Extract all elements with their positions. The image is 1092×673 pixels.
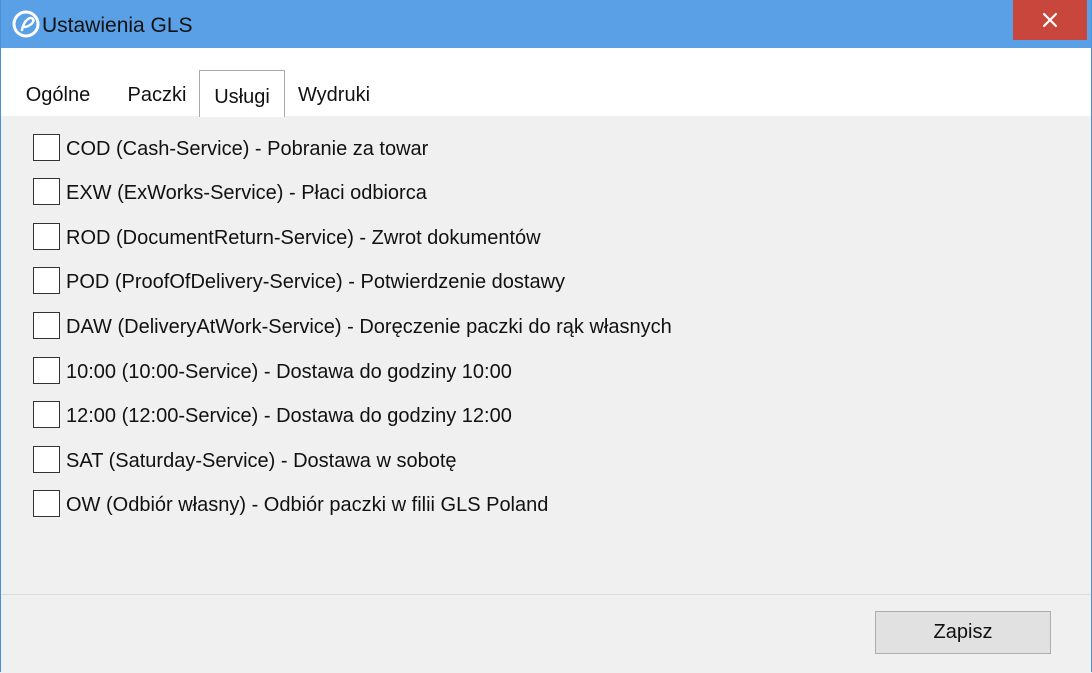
service-label: ROD (DocumentReturn-Service) - Zwrot dok…	[66, 227, 541, 249]
service-label: 10:00 (10:00-Service) - Dostawa do godzi…	[66, 361, 512, 383]
rod-checkbox[interactable]	[33, 223, 60, 250]
settings-window: Ustawienia GLS Ogólne Paczki Usługi Wydr…	[0, 0, 1092, 673]
app-logo-icon	[12, 10, 40, 38]
service-1200-checkbox[interactable]	[33, 401, 60, 428]
services-panel: COD (Cash-Service) - Pobranie za towar E…	[17, 117, 1077, 594]
service-row-1200[interactable]: 12:00 (12:00-Service) - Dostawa do godzi…	[17, 401, 817, 431]
tab-wydruki[interactable]: Wydruki	[288, 69, 380, 116]
title-bar[interactable]: Ustawienia GLS	[1, 0, 1091, 48]
service-label: COD (Cash-Service) - Pobranie za towar	[66, 138, 429, 160]
service-row-rod[interactable]: ROD (DocumentReturn-Service) - Zwrot dok…	[17, 223, 817, 253]
service-row-sat[interactable]: SAT (Saturday-Service) - Dostawa w sobot…	[17, 446, 817, 476]
ow-checkbox[interactable]	[33, 490, 60, 517]
sat-checkbox[interactable]	[33, 446, 60, 473]
service-row-1000[interactable]: 10:00 (10:00-Service) - Dostawa do godzi…	[17, 357, 817, 387]
window-title: Ustawienia GLS	[42, 14, 193, 37]
service-row-ow[interactable]: OW (Odbiór własny) - Odbiór paczki w fil…	[17, 490, 817, 520]
cod-checkbox[interactable]	[33, 134, 60, 161]
tab-label: Ogólne	[25, 84, 91, 106]
tab-bar: Ogólne Paczki Usługi Wydruki	[1, 48, 1091, 117]
tab-label: Usługi	[214, 86, 270, 108]
footer-bar: Zapisz	[1, 594, 1091, 673]
save-button[interactable]: Zapisz	[875, 611, 1051, 654]
daw-checkbox[interactable]	[33, 312, 60, 339]
close-icon	[1043, 13, 1057, 27]
tab-label: Paczki	[127, 84, 187, 106]
service-1000-checkbox[interactable]	[33, 357, 60, 384]
service-label: SAT (Saturday-Service) - Dostawa w sobot…	[66, 450, 457, 472]
tab-uslugi[interactable]: Usługi	[199, 70, 285, 117]
service-row-cod[interactable]: COD (Cash-Service) - Pobranie za towar	[17, 134, 817, 164]
exw-checkbox[interactable]	[33, 178, 60, 205]
service-row-pod[interactable]: POD (ProofOfDelivery-Service) - Potwierd…	[17, 267, 817, 297]
service-row-exw[interactable]: EXW (ExWorks-Service) - Płaci odbiorca	[17, 178, 817, 208]
service-label: OW (Odbiór własny) - Odbiór paczki w fil…	[66, 494, 549, 516]
close-button[interactable]	[1013, 0, 1087, 40]
tab-label: Wydruki	[297, 84, 371, 106]
tab-ogolne[interactable]: Ogólne	[13, 69, 103, 116]
service-label: EXW (ExWorks-Service) - Płaci odbiorca	[66, 182, 427, 204]
tab-paczki[interactable]: Paczki	[117, 69, 197, 116]
service-label: 12:00 (12:00-Service) - Dostawa do godzi…	[66, 405, 512, 427]
service-row-daw[interactable]: DAW (DeliveryAtWork-Service) - Doręczeni…	[17, 312, 817, 342]
service-label: POD (ProofOfDelivery-Service) - Potwierd…	[66, 271, 566, 293]
pod-checkbox[interactable]	[33, 267, 60, 294]
service-label: DAW (DeliveryAtWork-Service) - Doręczeni…	[66, 316, 672, 338]
